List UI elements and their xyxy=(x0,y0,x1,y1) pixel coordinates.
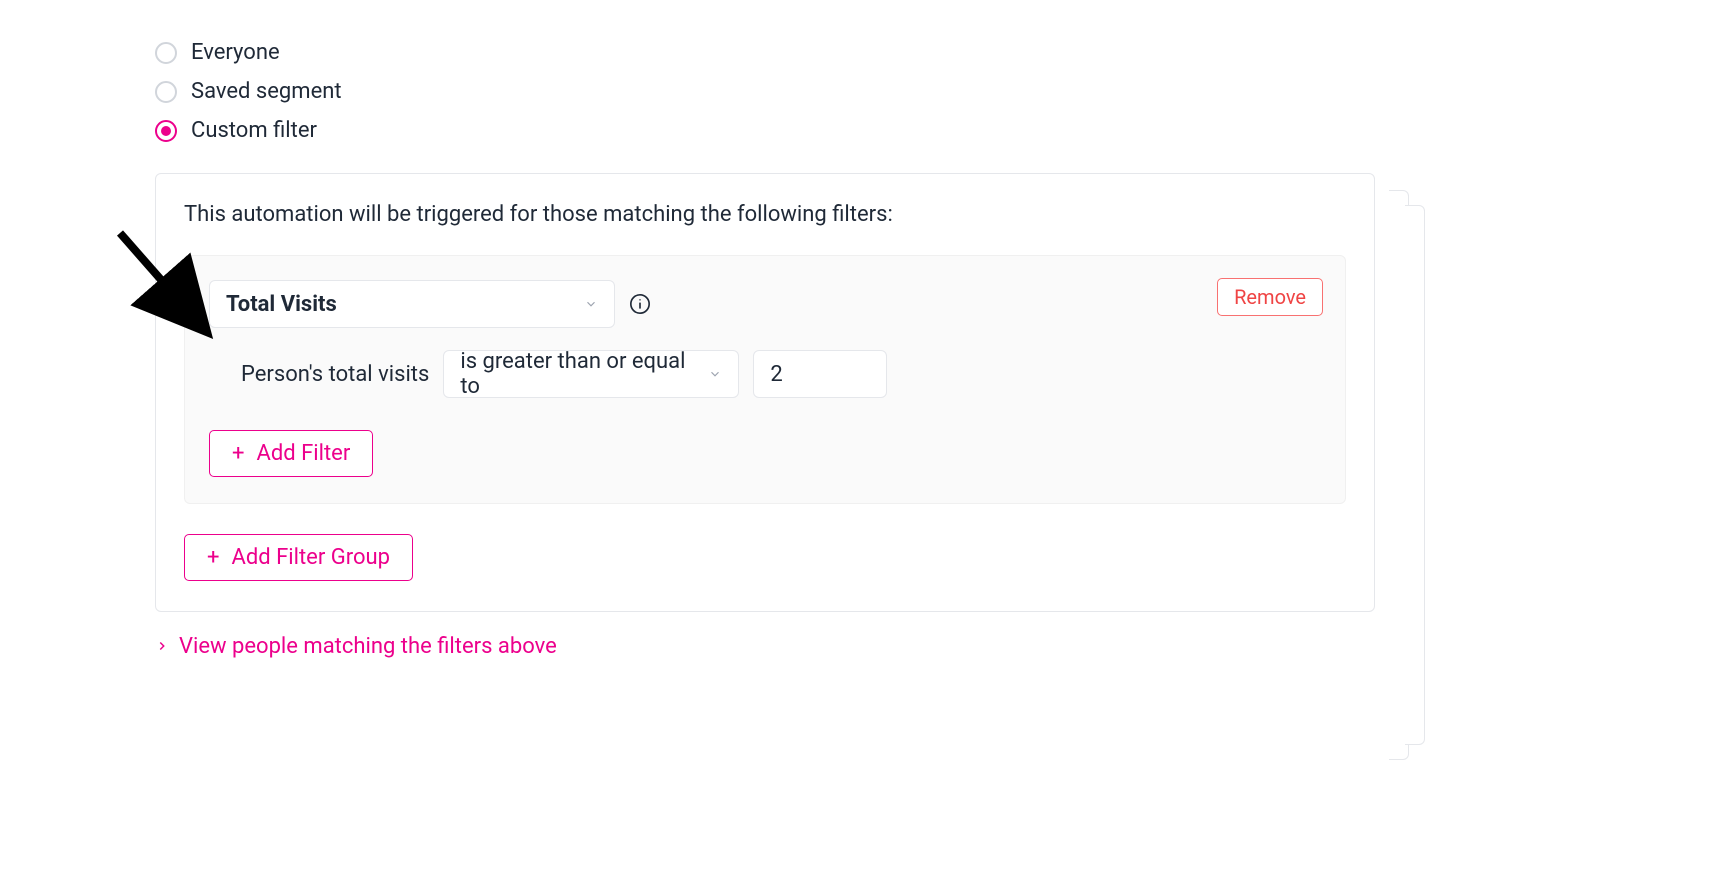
add-filter-group-button[interactable]: + Add Filter Group xyxy=(184,534,413,581)
group-top-row: Total Visits xyxy=(209,280,1321,328)
condition-row: Person's total visits is greater than or… xyxy=(241,350,1321,398)
operator-select-value: is greater than or equal to xyxy=(460,349,708,399)
chevron-right-icon xyxy=(155,634,169,659)
filter-config-container: Everyone Saved segment Custom filter Thi… xyxy=(155,40,1375,659)
view-people-link[interactable]: View people matching the filters above xyxy=(155,634,1375,659)
filter-group: Remove Total Visits Person's total visit… xyxy=(184,255,1346,504)
radio-saved-segment[interactable]: Saved segment xyxy=(155,79,1375,104)
custom-filter-panel: This automation will be triggered for th… xyxy=(155,173,1375,612)
add-filter-group-label: Add Filter Group xyxy=(231,545,390,570)
radio-circle-icon xyxy=(155,42,177,64)
operator-select[interactable]: is greater than or equal to xyxy=(443,350,739,398)
remove-button[interactable]: Remove xyxy=(1217,278,1323,316)
chevron-down-icon xyxy=(708,367,722,381)
radio-label-custom-filter: Custom filter xyxy=(191,118,317,143)
radio-label-everyone: Everyone xyxy=(191,40,280,65)
field-select[interactable]: Total Visits xyxy=(209,280,615,328)
plus-icon: + xyxy=(207,547,219,569)
value-input[interactable] xyxy=(753,350,887,398)
audience-radio-group: Everyone Saved segment Custom filter xyxy=(155,40,1375,143)
radio-everyone[interactable]: Everyone xyxy=(155,40,1375,65)
panel-description: This automation will be triggered for th… xyxy=(184,202,1346,227)
info-icon[interactable] xyxy=(629,293,651,315)
radio-label-saved-segment: Saved segment xyxy=(191,79,342,104)
field-select-value: Total Visits xyxy=(226,292,337,317)
add-filter-button[interactable]: + Add Filter xyxy=(209,430,373,477)
radio-circle-icon xyxy=(155,81,177,103)
condition-field-label: Person's total visits xyxy=(241,362,429,387)
stacked-sheet-2 xyxy=(1405,205,1425,745)
add-filter-label: Add Filter xyxy=(256,441,350,466)
view-people-label: View people matching the filters above xyxy=(179,634,557,659)
radio-circle-selected-icon xyxy=(155,120,177,142)
chevron-down-icon xyxy=(584,297,598,311)
radio-custom-filter[interactable]: Custom filter xyxy=(155,118,1375,143)
plus-icon: + xyxy=(232,443,244,465)
